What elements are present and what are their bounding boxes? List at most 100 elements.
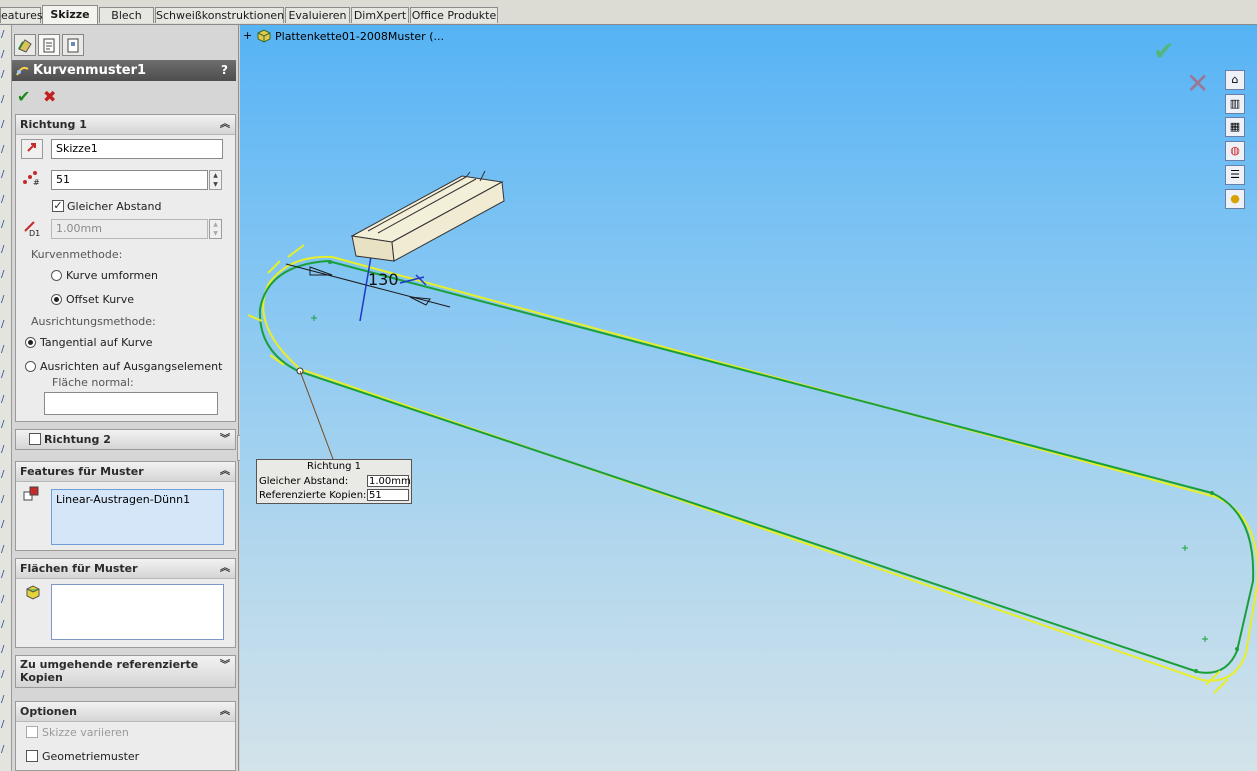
tab-office-produkte[interactable]: Office Produkte	[410, 7, 498, 23]
tree-item-icon[interactable]: /	[1, 645, 10, 655]
radio-offset-kurve[interactable]	[51, 294, 62, 305]
tree-item-icon[interactable]: /	[1, 670, 10, 680]
collapse-icon[interactable]: ︽	[220, 702, 230, 721]
callout-spacing-value[interactable]: 1.00mm	[367, 475, 411, 487]
tree-item-icon[interactable]: /	[1, 745, 10, 755]
spacing-spinner[interactable]: ▲ ▼	[209, 219, 222, 239]
group-header[interactable]: Flächen für Muster ︽	[16, 559, 235, 579]
view-palette-icon[interactable]: ◍	[1225, 141, 1245, 161]
property-sheet-icon	[43, 38, 55, 53]
custom-properties-icon[interactable]: ☰	[1225, 165, 1245, 185]
tree-item-icon[interactable]: /	[1, 570, 10, 580]
tree-item-icon[interactable]: /	[1, 195, 10, 205]
expand-icon[interactable]: ︾	[220, 656, 230, 675]
collapse-icon[interactable]: ︽	[220, 559, 230, 578]
design-library-icon[interactable]: ▥	[1225, 94, 1245, 114]
document-name[interactable]: Plattenkette01-2008Muster (...	[275, 30, 444, 43]
group-header[interactable]: Features für Muster ︽	[16, 462, 235, 482]
confirm-ok-icon[interactable]: ✔	[1153, 37, 1175, 67]
faces-list[interactable]	[51, 584, 224, 640]
tree-item-icon[interactable]: /	[1, 120, 10, 130]
tree-expand-icon[interactable]: +	[243, 29, 252, 42]
collapse-icon[interactable]: ︽	[220, 462, 230, 481]
graphics-area[interactable]: + Plattenkette01-2008Muster (... 130 ⌕ ⌕…	[240, 25, 1257, 771]
face-normal-field[interactable]	[44, 392, 218, 415]
tab-blech[interactable]: Blech	[99, 7, 154, 23]
tree-item-icon[interactable]: /	[1, 595, 10, 605]
geometry-pattern-checkbox[interactable]	[26, 750, 38, 762]
tree-item-icon[interactable]: /	[1, 720, 10, 730]
file-explorer-icon[interactable]: ▦	[1225, 117, 1245, 137]
sketch-point[interactable]	[1194, 669, 1198, 673]
collapse-icon[interactable]: ︽	[220, 115, 230, 134]
sketch-point[interactable]	[1210, 491, 1214, 495]
tree-item-icon[interactable]: /	[1, 295, 10, 305]
curve-selection-field[interactable]: Skizze1	[51, 139, 223, 159]
close-icon[interactable]: ✕	[1226, 25, 1236, 28]
richtung-2-checkbox[interactable]	[29, 433, 41, 445]
vary-sketch-checkbox[interactable]	[26, 726, 38, 738]
tab-schweisskonstruktionen[interactable]: Schweißkonstruktionen	[155, 7, 284, 23]
home-icon[interactable]: ⌂	[1225, 70, 1245, 90]
property-manager-tab[interactable]	[38, 34, 60, 56]
appearances-icon[interactable]: ●	[1225, 189, 1245, 209]
instance-count-spinner[interactable]: ▲ ▼	[209, 170, 222, 190]
callout-count-value[interactable]: 51	[367, 489, 409, 501]
tree-item-icon[interactable]: /	[1, 395, 10, 405]
group-header[interactable]: Richtung 2 ︾	[16, 430, 235, 449]
tree-item-icon[interactable]: /	[1, 30, 10, 40]
tree-item-icon[interactable]: /	[1, 695, 10, 705]
tree-item-icon[interactable]: /	[1, 145, 10, 155]
group-richtung-1: Richtung 1 ︽ Skizze1 # 51 ▲ ▼ ✓ Gleicher A…	[15, 114, 236, 422]
equal-spacing-checkbox[interactable]: ✓	[52, 200, 64, 212]
ok-button[interactable]: ✔	[17, 87, 30, 106]
tree-item-icon[interactable]: /	[1, 345, 10, 355]
tree-item-icon[interactable]: /	[1, 420, 10, 430]
tree-item-icon[interactable]: /	[1, 95, 10, 105]
tab-dimxpert[interactable]: DimXpert	[351, 7, 409, 23]
list-item[interactable]: Linear-Austragen-Dünn1	[56, 493, 219, 506]
pm-title: Kurvenmuster1	[33, 63, 147, 78]
tree-item-icon[interactable]: /	[1, 220, 10, 230]
help-button[interactable]: ?	[221, 60, 228, 81]
tree-item-icon[interactable]: /	[1, 70, 10, 80]
tree-item-icon[interactable]: /	[1, 470, 10, 480]
tree-item-icon[interactable]: /	[1, 445, 10, 455]
group-header[interactable]: Richtung 1 ︽	[16, 115, 235, 135]
cancel-button[interactable]: ✖	[43, 87, 56, 106]
tree-item-icon[interactable]: /	[1, 620, 10, 630]
tree-item-icon[interactable]: /	[1, 495, 10, 505]
callout-row-label: Gleicher Abstand:	[259, 476, 349, 487]
radio-tangential[interactable]	[25, 337, 36, 348]
instance-count-input[interactable]: 51	[51, 170, 208, 190]
reverse-direction-button[interactable]	[21, 139, 43, 159]
tree-item-icon[interactable]: /	[1, 245, 10, 255]
radio-ausrichten[interactable]	[25, 361, 36, 372]
confirm-cancel-icon[interactable]: ✕	[1186, 67, 1209, 100]
feature-manager-tab[interactable]	[14, 34, 36, 56]
expand-icon[interactable]: ︾	[220, 430, 230, 449]
tree-item-icon[interactable]: /	[1, 545, 10, 555]
dimension-label[interactable]: 130	[368, 270, 399, 289]
restore-icon[interactable]: ❐	[1202, 25, 1213, 28]
group-header[interactable]: Optionen ︽	[16, 702, 235, 722]
tab-skizze[interactable]: Skizze	[42, 5, 98, 24]
minimize-icon[interactable]: –	[1180, 25, 1186, 28]
tree-item-icon[interactable]: /	[1, 370, 10, 380]
tree-item-icon[interactable]: /	[1, 320, 10, 330]
sketch-point[interactable]	[328, 260, 332, 264]
sketch-point[interactable]	[1235, 647, 1239, 651]
configuration-manager-tab[interactable]	[62, 34, 84, 56]
tree-item-icon[interactable]: /	[1, 50, 10, 60]
spacing-input[interactable]: 1.00mm	[51, 219, 208, 239]
tree-item-icon[interactable]: /	[1, 270, 10, 280]
features-list[interactable]: Linear-Austragen-Dünn1	[51, 489, 224, 545]
extruded-rail-body[interactable]	[350, 170, 505, 262]
radio-kurve-umformen[interactable]	[51, 270, 62, 281]
tab-evaluieren[interactable]: Evaluieren	[285, 7, 350, 23]
group-title: Zu umgehende referenzierte Kopien	[20, 658, 199, 684]
tab-features[interactable]: eatures	[0, 7, 43, 23]
tree-item-icon[interactable]: /	[1, 170, 10, 180]
group-header[interactable]: Zu umgehende referenzierte Kopien ︾	[16, 656, 235, 687]
tree-item-icon[interactable]: /	[1, 520, 10, 530]
